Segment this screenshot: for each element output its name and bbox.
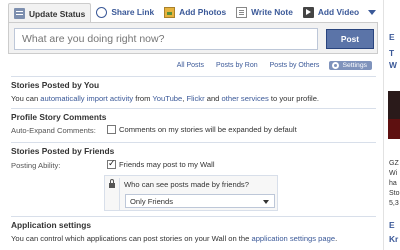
tab-add-photos[interactable]: Add Photos bbox=[159, 3, 231, 21]
auto-expand-option[interactable]: Comments on my stories will be expanded … bbox=[107, 125, 297, 134]
right-column-text[interactable]: T bbox=[389, 48, 394, 58]
note-icon bbox=[236, 6, 248, 18]
right-column-text[interactable]: E bbox=[389, 32, 395, 42]
link-icon bbox=[96, 6, 108, 18]
tab-share-link[interactable]: Share Link bbox=[91, 3, 159, 21]
filter-posts-by-ron[interactable]: Posts by Ron bbox=[216, 62, 258, 69]
post-privacy-box: Who can see posts made by friends? Only … bbox=[104, 175, 278, 211]
right-column-text[interactable]: W bbox=[389, 60, 397, 70]
right-column-text: 5,3 bbox=[389, 200, 399, 207]
other-services-link[interactable]: other services bbox=[222, 94, 269, 103]
video-icon bbox=[302, 6, 314, 18]
settings-button[interactable]: Settings bbox=[329, 60, 372, 70]
status-composer: Post bbox=[8, 22, 378, 54]
section-heading-stories-by-you: Stories Posted by You bbox=[11, 76, 376, 90]
section-heading-stories-by-friends: Stories Posted by Friends bbox=[11, 142, 376, 156]
tab-add-video[interactable]: Add Video bbox=[298, 3, 364, 21]
gear-icon bbox=[332, 61, 340, 69]
status-icon bbox=[14, 8, 25, 19]
privacy-select[interactable]: Only Friends bbox=[125, 194, 275, 208]
right-column-text[interactable]: E bbox=[389, 220, 395, 230]
privacy-divider bbox=[119, 178, 120, 210]
flickr-link[interactable]: Flickr bbox=[186, 94, 204, 103]
posting-ability-label: Posting Ability: bbox=[11, 161, 61, 170]
import-activity-link[interactable]: automatically import activity bbox=[40, 94, 133, 103]
application-settings-link[interactable]: application settings page bbox=[251, 234, 335, 243]
right-column-text: ha bbox=[389, 180, 397, 187]
lock-icon bbox=[109, 179, 115, 188]
ad-thumbnail[interactable] bbox=[388, 91, 400, 139]
more-tabs-chevron-down-icon[interactable] bbox=[368, 9, 377, 15]
youtube-link[interactable]: YouTube bbox=[152, 94, 182, 103]
wall-filters: All Posts Posts by Ron Posts by Others S… bbox=[165, 60, 372, 70]
privacy-question: Who can see posts made by friends? bbox=[109, 179, 249, 189]
auto-expand-checkbox[interactable] bbox=[107, 125, 116, 134]
right-column-text[interactable]: Kr bbox=[389, 234, 398, 244]
filter-all-posts[interactable]: All Posts bbox=[177, 62, 204, 69]
friends-may-post-checkbox[interactable] bbox=[107, 158, 116, 169]
right-column-text: GZ bbox=[389, 160, 399, 167]
application-settings-text: You can control which applications can p… bbox=[11, 234, 338, 243]
status-input[interactable] bbox=[14, 28, 318, 50]
tab-write-note[interactable]: Write Note bbox=[231, 3, 298, 21]
tab-update-status[interactable]: Update Status bbox=[8, 3, 92, 23]
chevron-down-icon bbox=[263, 200, 269, 204]
import-activity-text: You can automatically import activity fr… bbox=[11, 94, 320, 103]
friends-may-post-option[interactable]: Friends may post to my Wall bbox=[107, 158, 215, 169]
right-column-text: Wi bbox=[389, 170, 398, 177]
right-column: E T W GZ Wi ha Sto 5,3 E Kr bbox=[383, 0, 400, 250]
share-button[interactable]: Post bbox=[326, 29, 374, 49]
section-heading-story-comments: Profile Story Comments bbox=[11, 108, 376, 122]
wall-settings-panel: Update Status Share Link Add Photos Writ… bbox=[0, 0, 378, 250]
filter-posts-by-others[interactable]: Posts by Others bbox=[270, 62, 320, 69]
photo-icon bbox=[164, 6, 176, 18]
section-heading-application-settings: Application settings bbox=[11, 216, 376, 230]
publisher-tabs: Update Status Share Link Add Photos Writ… bbox=[8, 2, 377, 23]
auto-expand-label: Auto-Expand Comments: bbox=[11, 126, 96, 135]
right-column-text: Sto bbox=[389, 190, 400, 197]
